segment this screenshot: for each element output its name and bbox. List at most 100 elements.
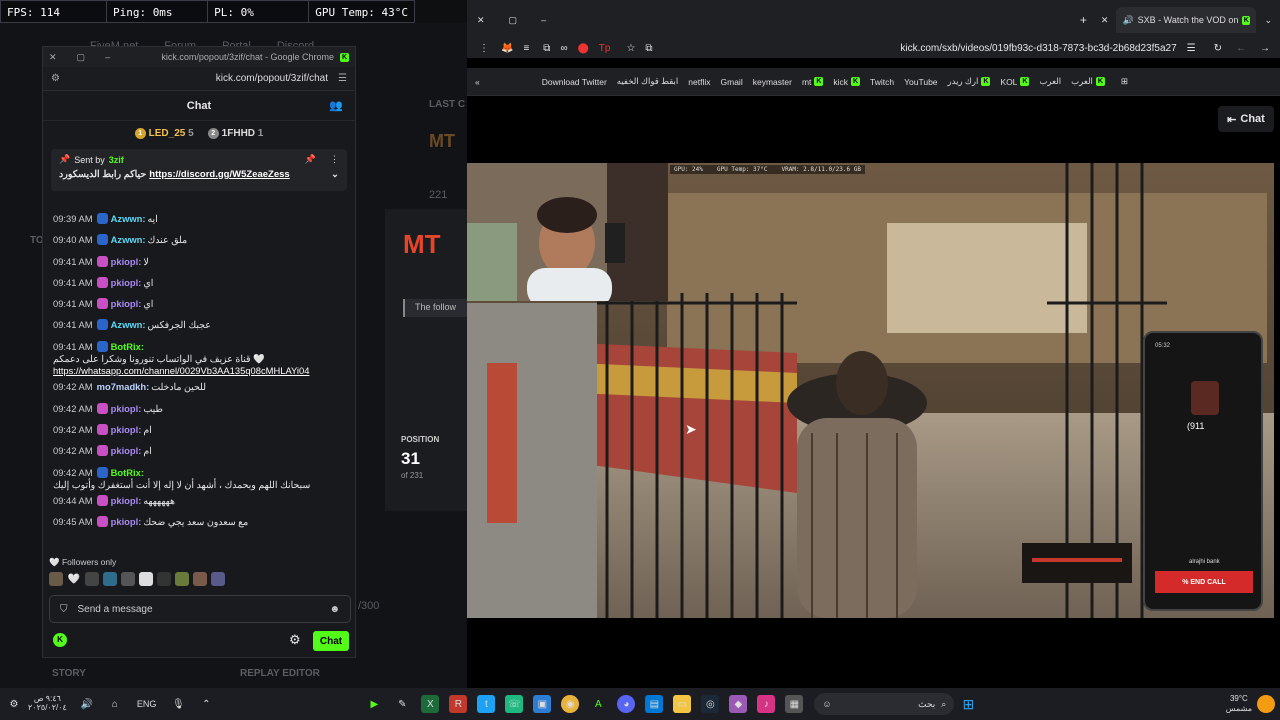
clock[interactable]: ٩:٤٦ ص ٢٠٢٥/٠٢/٠٤ [28,694,67,713]
bookmark-item[interactable]: العرب [1039,76,1061,87]
tiktok-icon[interactable]: ♪ [757,695,776,713]
leader-item[interactable]: 1 LED_25 5 [134,128,194,140]
playlist-icon[interactable]: ≡ [523,43,529,54]
more-icon[interactable]: ⋮ [330,154,339,165]
cast-icon[interactable]: ⧉ [645,43,652,54]
emote-icon[interactable] [193,572,207,586]
window-icon[interactable]: ▦ [785,695,804,713]
chrome-icon[interactable]: ◉ [561,695,580,713]
excel-icon[interactable]: X [421,695,440,713]
emote-icon[interactable] [139,572,153,586]
app-icon[interactable]: ✎ [393,695,411,713]
bookmark-item[interactable]: keymaster [753,77,792,87]
twitter-icon[interactable]: t [477,695,496,713]
chat-url[interactable]: kick.com/popout/3zif/chat [68,73,328,84]
mic-icon[interactable]: 🎙 [169,695,187,713]
bookmark-item[interactable]: Twitch [870,77,894,87]
chevron-up-icon[interactable]: ⌃ [197,695,215,713]
photos-icon[interactable]: ▣ [533,695,552,713]
forward-icon[interactable]: ← [1236,43,1246,54]
bg-replay-editor[interactable]: REPLAY EDITOR [240,668,320,679]
folder-icon[interactable]: ▭ [673,695,692,713]
send-chat-button[interactable]: Chat [313,631,349,651]
pinned-message[interactable]: 📌 Sent by 3zif 📌 ⋮ حياكم رابط الديسكورد … [51,149,347,191]
settings-icon[interactable]: ⚙ [5,695,23,713]
emote-icon[interactable] [49,572,63,586]
active-tab[interactable]: 🔊 SXB - Watch the VOD on K K [1116,7,1257,33]
message-username[interactable]: pkiopl: [111,495,142,507]
discord-icon[interactable]: ◕ [617,695,636,713]
message-username[interactable]: pkiopl: [111,403,142,415]
emote-icon[interactable] [211,572,225,586]
bookmark-item[interactable]: netflix [688,77,710,87]
grid-icon[interactable]: ⊞ [1121,76,1128,87]
store-icon[interactable]: ▤ [645,695,664,713]
message-username[interactable]: Azwwn: [111,319,146,331]
restore-icon[interactable]: ▢ [509,15,518,26]
message-link[interactable]: https://whatsapp.com/channel/0029Vb3AA13… [53,365,309,377]
bookmark-item[interactable]: ابقط قواك الخفيه [617,76,679,87]
emote-icon[interactable] [121,572,135,586]
bookmark-item[interactable]: العرب K [1071,76,1105,87]
tab-search-icon[interactable]: ⌄ [1264,15,1272,26]
whatsapp-icon[interactable]: ☏ [505,695,524,713]
minimize-icon[interactable]: – [541,15,546,25]
chevron-left-icon[interactable]: « [475,77,480,87]
site-info-icon[interactable]: ⚙ [51,73,60,84]
glasses-icon[interactable]: ∞ [560,43,567,54]
menu-icon[interactable]: ⋮ [479,43,489,54]
weather-widget[interactable]: 39°C مشمس [1226,694,1252,713]
emote-icon[interactable] [175,572,189,586]
message-username[interactable]: pkiopl: [111,277,142,289]
extension-icon[interactable]: 🦊 [501,43,513,54]
close-icon[interactable]: ✕ [49,52,57,63]
message-username[interactable]: pkiopl: [111,298,142,310]
app2-icon[interactable]: ◆ [729,695,748,713]
emote-icon[interactable] [85,572,99,586]
emote-icon[interactable] [103,572,117,586]
extensions-icon[interactable]: ⧉ [543,43,550,54]
toggle-chat-button[interactable]: ⇤ Chat [1218,106,1274,132]
message-username[interactable]: BotRix: [111,467,144,479]
message-username[interactable]: Azwwn: [111,234,146,246]
network-icon[interactable]: ⌂ [106,695,124,713]
windows-start-icon[interactable]: ⊞ [959,695,977,713]
message-username[interactable]: pkiopl: [111,424,142,436]
close-window-icon[interactable]: ✕ [477,15,485,26]
play-icon[interactable]: ▶ [365,695,383,713]
bookmark-item[interactable]: KOL K [1000,77,1030,87]
restore-icon[interactable]: ▢ [77,52,86,63]
tune-icon[interactable]: ☰ [338,73,347,84]
tab-close-icon[interactable]: ✕ [1101,15,1109,26]
volume-icon[interactable]: 🔊 [78,695,96,713]
new-tab-icon[interactable]: + [1080,13,1087,27]
bg-story[interactable]: STORY [52,668,86,679]
bookmark-item[interactable]: kick K [833,77,861,87]
language-indicator[interactable]: ENG [137,699,157,709]
url-field[interactable]: kick.com/sxb/videos/019fb93c-d318-7873-b… [653,43,1176,54]
message-username[interactable]: pkiopl: [111,445,142,457]
chevron-down-icon[interactable]: ⌄ [331,169,339,180]
bookmark-item[interactable]: YouTube [904,77,937,87]
bookmark-item[interactable]: mt K [802,77,824,87]
message-username[interactable]: pkiopl: [111,256,142,268]
message-username[interactable]: BotRix: [111,341,144,353]
emoji-icon[interactable]: ☻ [329,604,340,615]
unpin-icon[interactable]: 📌 [305,154,316,165]
message-input[interactable]: ⛉ Send a message ☻ [49,595,351,623]
message-username[interactable]: Azwwn: [111,213,146,225]
bookmark-item[interactable]: Gmail [721,77,743,87]
tune-icon[interactable]: ☰ [1187,43,1196,54]
heart-emote-icon[interactable]: 🤍 [67,572,81,586]
back-icon[interactable]: → [1260,43,1270,54]
bookmark-item[interactable]: Download Twitter [542,77,607,87]
record-icon[interactable]: ⬤ [578,43,589,54]
leader-item[interactable]: 2 1FHHD 1 [207,128,263,140]
video-player[interactable]: GPU: 24% GPU Temp: 37°C VRAM: 2.8/11.0/2… [467,163,1274,618]
star-icon[interactable]: ☆ [626,43,635,54]
message-username[interactable]: pkiopl: [111,516,142,528]
pinned-user[interactable]: 3zif [109,155,124,165]
steam-icon[interactable]: ◎ [701,695,720,713]
users-icon[interactable]: 👥 [329,99,343,112]
rockstar-icon[interactable]: R [449,695,468,713]
